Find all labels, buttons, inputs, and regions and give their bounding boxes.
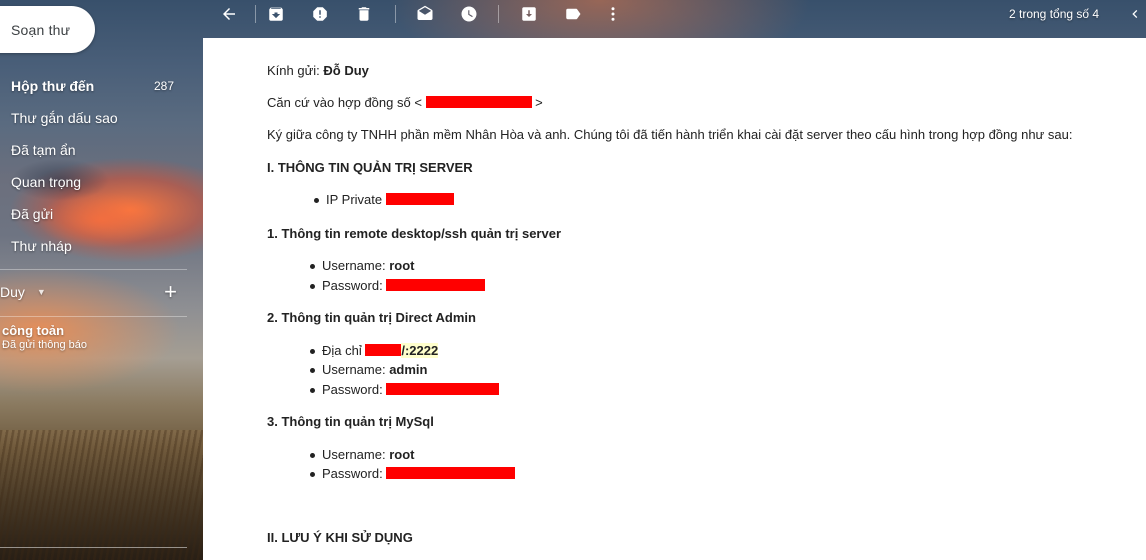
message-toolbar: 2 trong tổng số 4 — [203, 0, 1146, 28]
back-arrow-icon[interactable] — [218, 3, 240, 25]
greeting-prefix: Kính gửi: — [267, 63, 324, 78]
list-item-username: Username: admin — [310, 362, 428, 377]
move-to-icon[interactable] — [518, 3, 540, 25]
sidebar-item-label: Thư gắn dấu sao — [11, 110, 118, 126]
sidebar-item-drafts[interactable]: Thư nháp — [0, 230, 190, 262]
page-count: 2 trong tổng số 4 — [1009, 7, 1100, 21]
chat-contact-name: công toản — [2, 323, 65, 338]
chat-divider — [0, 316, 187, 317]
sidebar-item-important[interactable]: Quan trọng — [0, 166, 190, 198]
compose-label: Soạn thư — [11, 21, 71, 38]
redaction-box — [385, 193, 454, 205]
redaction-box — [365, 344, 402, 356]
compose-button[interactable]: Soạn thư — [0, 6, 95, 53]
password-label: Password: — [322, 466, 387, 481]
chevron-left-icon[interactable] — [1124, 3, 1146, 25]
add-chat-icon[interactable]: + — [164, 278, 177, 306]
password-label: Password: — [322, 382, 387, 397]
list-item-password: Password: — [309, 382, 500, 397]
list-item-password: Password: — [309, 466, 516, 481]
chevron-down-icon[interactable]: ▼ — [37, 287, 46, 297]
username-value: root — [389, 258, 415, 273]
toolbar-separator — [395, 5, 396, 23]
username-value: root — [389, 447, 415, 462]
username-label: Username: — [322, 258, 390, 273]
section-heading-server: I. THÔNG TIN QUẢN TRỊ SERVER — [267, 160, 473, 175]
list-item-username: Username: root — [309, 447, 415, 462]
message-pane: Kính gửi: Đỗ Duy Căn cứ vào hợp đồng số … — [203, 38, 1146, 560]
sidebar-item-label: Đã gửi — [11, 206, 54, 222]
archive-icon[interactable] — [265, 3, 287, 25]
mark-unread-icon[interactable] — [414, 3, 436, 25]
subheading-remote: 1. Thông tin remote desktop/ssh quản trị… — [267, 226, 562, 241]
intro-line: Ký giữa công ty TNHH phần mềm Nhân Hòa v… — [267, 127, 1073, 142]
snooze-icon[interactable] — [458, 3, 480, 25]
sidebar-item-sent[interactable]: Đã gửi — [0, 198, 190, 230]
sidebar-nav: Hộp thư đến 287 Thư gắn dấu sao Đã tạm ẩ… — [0, 70, 190, 262]
sidebar-item-label: Đã tạm ẩn — [11, 142, 76, 158]
account-name: Duy — [0, 284, 25, 300]
sidebar-item-starred[interactable]: Thư gắn dấu sao — [0, 102, 190, 134]
sidebar-item-label: Quan trọng — [11, 174, 82, 190]
contract-prefix: Căn cứ vào hợp đồng số < — [267, 95, 426, 110]
list-item-address: Địa chỉ /:2222 — [309, 343, 439, 358]
contract-suffix: > — [531, 95, 543, 110]
toolbar-separator — [255, 5, 256, 23]
label-icon[interactable] — [562, 3, 584, 25]
sidebar-bottom-divider — [0, 547, 187, 548]
subheading-mysql: 3. Thông tin quản trị MySql — [267, 414, 434, 429]
greeting-line: Kính gửi: Đỗ Duy — [267, 63, 369, 78]
username-label: Username: — [322, 447, 390, 462]
sidebar-divider — [0, 269, 187, 270]
chat-contact-status: Đã gửi thông báo — [2, 339, 88, 351]
toolbar-separator — [498, 5, 499, 23]
redaction-box — [386, 467, 516, 479]
password-label: Password: — [322, 278, 387, 293]
sidebar-item-snoozed[interactable]: Đã tạm ẩn — [0, 134, 190, 166]
list-item-password: Password: — [309, 278, 486, 293]
ip-label: IP Private — [326, 192, 386, 207]
more-vert-icon[interactable] — [602, 3, 624, 25]
redaction-box — [386, 279, 486, 291]
address-label: Địa chỉ — [322, 343, 366, 358]
chat-contact[interactable]: công toản Đã gửi thông báo — [2, 323, 87, 351]
list-item-username: Username: root — [309, 258, 415, 273]
sidebar-item-label: Thư nháp — [11, 238, 72, 254]
redaction-box — [386, 383, 500, 395]
delete-icon[interactable] — [353, 3, 375, 25]
chat-account[interactable]: Duy ▼ + — [0, 278, 187, 306]
report-spam-icon[interactable] — [309, 3, 331, 25]
contract-line: Căn cứ vào hợp đồng số < > — [267, 95, 543, 110]
greeting-name: Đỗ Duy — [323, 63, 369, 78]
sidebar-item-inbox[interactable]: Hộp thư đến 287 — [0, 70, 190, 102]
port-value: /:2222 — [401, 343, 439, 358]
inbox-count: 287 — [153, 79, 174, 93]
list-item-ip: IP Private — [314, 192, 454, 207]
username-value: admin — [389, 362, 428, 377]
subheading-directadmin: 2. Thông tin quản trị Direct Admin — [267, 310, 476, 325]
section-heading-notes: II. LƯU Ý KHI SỬ DỤNG — [267, 530, 413, 545]
sidebar-item-label: Hộp thư đến — [11, 78, 95, 94]
username-label: Username: — [322, 362, 390, 377]
redaction-box — [425, 96, 532, 108]
